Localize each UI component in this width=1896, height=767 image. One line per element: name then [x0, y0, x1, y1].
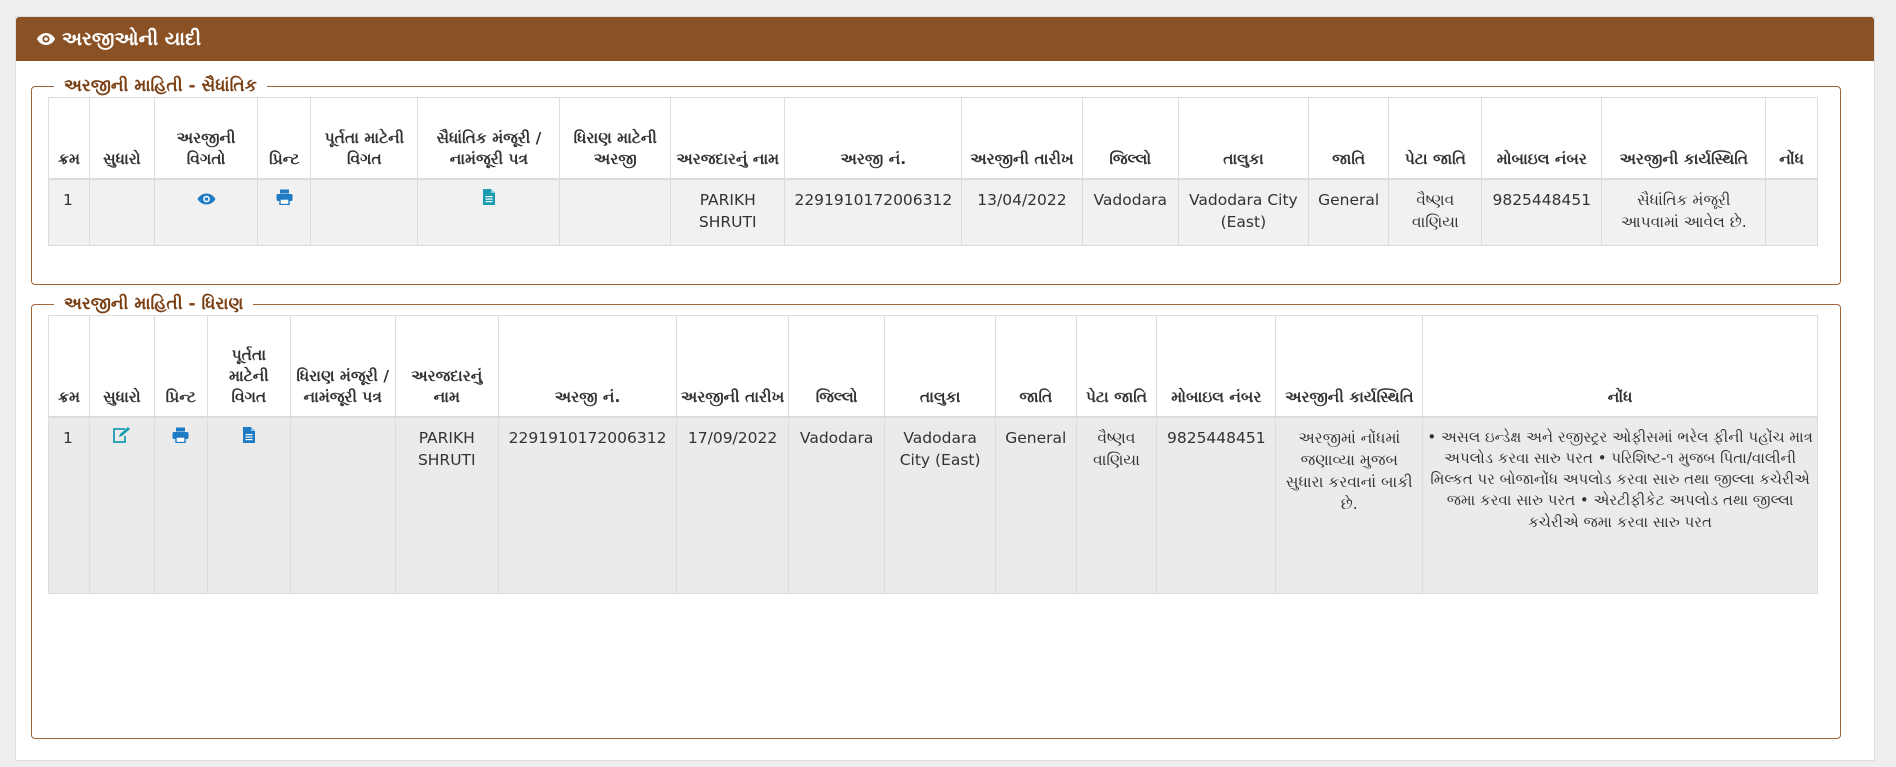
- col-caste: જાતિ: [994, 315, 1077, 417]
- cell-status: અરજીમાં નોંધમાં જણાવ્યા મુજબ સુધારા કરવા…: [1275, 416, 1424, 594]
- col-applicant-name: અરજદારનું નામ: [394, 315, 500, 417]
- cell-sub-caste: વૈષ્ણવ વાણિયા: [1388, 178, 1483, 246]
- col-note: નોંધ: [1765, 97, 1818, 179]
- table-row: 1 PARIKH SHRUTI 2291910172006312 13/04/2…: [48, 178, 1818, 246]
- table-row: 1 PARIKH SHRUTI 2291910172006312 17/09/2…: [48, 416, 1818, 594]
- document-icon[interactable]: [242, 427, 255, 449]
- cell-note: • અસલ ઇન્ડેક્ષ અને રજીસ્ટ્રર ઓફીસમાં ભરે…: [1422, 416, 1818, 594]
- col-print: પ્રિન્ટ: [257, 97, 312, 179]
- col-sub-caste: પેટા જાતિ: [1075, 315, 1158, 417]
- col-date: અરજીની તારીખ: [676, 315, 790, 417]
- col-approval-letter: સૈધાંતિક મંજૂરી / નામંજૂરી પત્ર: [417, 97, 561, 179]
- cell-date: 17/09/2022: [676, 416, 790, 594]
- cell-application-no: 2291910172006312: [784, 178, 963, 246]
- cell-applicant-name: PARIKH SHRUTI: [670, 178, 786, 246]
- applications-panel: અરજીઓની યાદી અરજીની માહિતી - સૈધાંતિક ક્…: [15, 16, 1875, 761]
- cell-loan-application: [559, 178, 672, 246]
- col-details: અરજીની વિગતો: [153, 97, 259, 179]
- cell-sub-caste: વૈષ્ણવ વાણિયા: [1075, 416, 1158, 594]
- col-sr: ક્રમ: [48, 97, 90, 179]
- col-mobile: મોબાઇલ નંબર: [1481, 97, 1603, 179]
- view-eye-icon[interactable]: [197, 189, 216, 211]
- panel-header: અરજીઓની યાદી: [16, 17, 1874, 61]
- col-completion: પૂર્તતા માટેની વિગત: [310, 97, 419, 179]
- cell-applicant-name: PARIKH SHRUTI: [394, 416, 500, 594]
- cell-mobile: 9825448451: [1156, 416, 1277, 594]
- col-district: જિલ્લો: [1081, 97, 1179, 179]
- cell-sr: 1: [48, 178, 90, 246]
- cell-application-no: 2291910172006312: [498, 416, 678, 594]
- print-icon[interactable]: [172, 427, 189, 449]
- cell-date: 13/04/2022: [961, 178, 1083, 246]
- col-taluka: તાલુકા: [884, 315, 996, 417]
- theoretical-table: ક્રમ સુધારો અરજીની વિગતો પ્રિન્ટ પૂર્તતા…: [48, 97, 1818, 246]
- cell-approval-letter: [417, 178, 561, 246]
- col-taluka: તાલુકા: [1177, 97, 1309, 179]
- col-sub-caste: પેટા જાતિ: [1388, 97, 1483, 179]
- col-caste: જાતિ: [1307, 97, 1390, 179]
- section-theoretical-legend: અરજીની માહિતી - સૈધાંતિક: [64, 76, 257, 96]
- cell-district: Vadodara: [788, 416, 886, 594]
- col-loan-approval-letter: ધિરાણ મંજૂરી / નામંજૂરી પત્ર: [289, 315, 396, 417]
- cell-completion: [310, 178, 419, 246]
- col-application-no: અરજી નં.: [498, 315, 678, 417]
- section-loan-legend: અરજીની માહિતી - ધિરાણ: [64, 294, 244, 314]
- cell-loan-approval-letter: [289, 416, 396, 594]
- col-district: જિલ્લો: [788, 315, 886, 417]
- print-icon[interactable]: [276, 189, 293, 211]
- col-status: અરજીની કાર્યસ્થિતિ: [1275, 315, 1424, 417]
- cell-print: [257, 178, 312, 246]
- col-completion: પૂર્તતા માટેની વિગત: [206, 315, 291, 417]
- col-applicant-name: અરજદારનું નામ: [670, 97, 786, 179]
- cell-caste: General: [994, 416, 1077, 594]
- col-status: અરજીની કાર્યસ્થિતિ: [1601, 97, 1767, 179]
- col-edit: સુધારો: [88, 315, 155, 417]
- document-icon[interactable]: [482, 189, 495, 211]
- cell-sr: 1: [48, 416, 90, 594]
- col-note: નોંધ: [1422, 315, 1818, 417]
- cell-edit: [88, 178, 155, 246]
- cell-print: [153, 416, 208, 594]
- cell-district: Vadodara: [1081, 178, 1179, 246]
- cell-caste: General: [1307, 178, 1390, 246]
- col-application-no: અરજી નં.: [784, 97, 963, 179]
- loan-table: ક્રમ સુધારો પ્રિન્ટ પૂર્તતા માટેની વિગત …: [48, 315, 1818, 594]
- page-title: અરજીઓની યાદી: [62, 28, 202, 50]
- col-sr: ક્રમ: [48, 315, 90, 417]
- edit-icon[interactable]: [112, 427, 131, 449]
- cell-edit: [88, 416, 155, 594]
- cell-note: [1765, 178, 1818, 246]
- cell-taluka: Vadodara City (East): [884, 416, 996, 594]
- col-edit: સુધારો: [88, 97, 155, 179]
- cell-details: [153, 178, 259, 246]
- cell-status: સૈધાંતિક મંજૂરી આપવામાં આવેલ છે.: [1601, 178, 1767, 246]
- cell-mobile: 9825448451: [1481, 178, 1603, 246]
- cell-taluka: Vadodara City (East): [1177, 178, 1309, 246]
- cell-completion: [206, 416, 291, 594]
- col-date: અરજીની તારીખ: [961, 97, 1083, 179]
- col-mobile: મોબાઇલ નંબર: [1156, 315, 1277, 417]
- col-print: પ્રિન્ટ: [153, 315, 208, 417]
- eye-icon: [36, 32, 56, 46]
- col-loan-application: ધિરાણ માટેની અરજી: [559, 97, 672, 179]
